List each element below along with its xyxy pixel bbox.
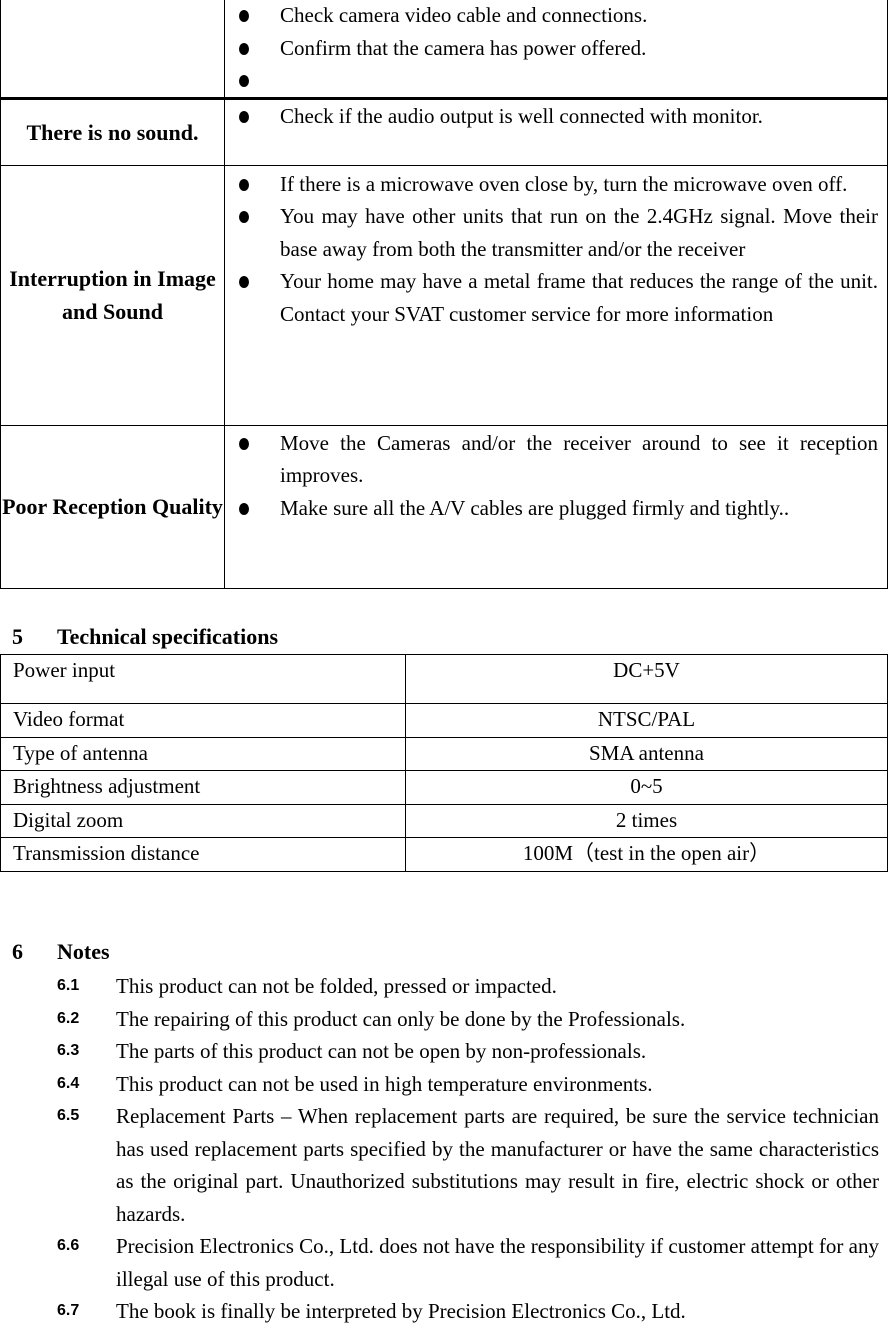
- note-item: 6.6 Precision Electronics Co., Ltd. does …: [0, 1230, 889, 1295]
- note-number: 6.5: [57, 1107, 80, 1124]
- note-text: Precision Electronics Co., Ltd. does not…: [116, 1234, 879, 1291]
- note-number: 6.7: [57, 1302, 80, 1319]
- solution-item: If there is a microwave oven close by, t…: [225, 168, 878, 201]
- spec-row: Power input DC+5V: [0, 654, 888, 704]
- problem-cell: [0, 0, 225, 99]
- solution-cell: Check if the audio output is well connec…: [224, 96, 888, 166]
- spec-key: Type of antenna: [0, 737, 406, 771]
- bullet-icon: [239, 110, 249, 123]
- bullet-icon: [239, 42, 249, 55]
- solution-item: You may have other units that run on the…: [225, 200, 878, 265]
- spec-key: Transmission distance: [0, 837, 406, 872]
- note-number: 6.6: [57, 1237, 80, 1254]
- spec-key: Digital zoom: [0, 804, 406, 838]
- spec-row: Type of antenna SMA antenna: [0, 737, 888, 771]
- bullet-icon: [239, 276, 249, 288]
- solution-item: [225, 64, 878, 97]
- solution-item: Your home may have a metal frame that re…: [225, 265, 878, 330]
- problem-label: Interruption in Image and Sound: [9, 266, 216, 324]
- spec-table: Power input DC+5V Video format NTSC/PAL …: [0, 654, 888, 872]
- note-item: 6.7 The book is finally be interpreted by…: [0, 1295, 889, 1328]
- section-title: Technical specifications: [57, 624, 279, 649]
- problem-label: There is no sound.: [26, 119, 199, 145]
- spec-row: Transmission distance 100M（test in the o…: [0, 837, 888, 872]
- notes-section-heading: 6 Notes: [0, 939, 889, 969]
- solution-cell: Check camera video cable and connections…: [224, 0, 888, 99]
- solution-item: Check if the audio output is well connec…: [225, 100, 878, 133]
- spec-key: Brightness adjustment: [0, 770, 406, 805]
- problem-cell: Interruption in Image and Sound: [0, 164, 225, 426]
- note-number: 6.2: [57, 1009, 80, 1027]
- note-number: 6.3: [57, 1042, 80, 1059]
- note-text: Replacement Parts – When replacement par…: [116, 1104, 879, 1226]
- bullet-icon: [239, 437, 249, 450]
- section-title: Notes: [57, 939, 110, 964]
- problem-cell: Poor Reception Quality: [0, 424, 225, 589]
- spec-value: SMA antenna: [405, 737, 888, 771]
- troubleshooting-row: Check camera video cable and connections…: [0, 0, 888, 99]
- spec-value: DC+5V: [405, 654, 888, 704]
- solution-cell: If there is a microwave oven close by, t…: [224, 164, 888, 426]
- notes-list: 6.1 This product can not be folded, press…: [0, 970, 889, 1328]
- problem-label: Poor Reception Quality: [2, 494, 223, 519]
- bullet-icon: [239, 502, 249, 515]
- note-text: This product can not be folded, pressed …: [116, 974, 557, 998]
- solution-item: Make sure all the A/V cables are plugged…: [225, 492, 878, 525]
- troubleshooting-table: Check camera video cable and connections…: [0, 0, 888, 589]
- spec-value: 0~5: [405, 770, 888, 805]
- spec-value: 2 times: [405, 804, 888, 838]
- solution-item: Check camera video cable and connections…: [225, 0, 878, 32]
- spec-row: Digital zoom 2 times: [0, 804, 888, 838]
- note-number: 6.4: [57, 1074, 80, 1092]
- solution-item: Move the Cameras and/or the receiver aro…: [225, 427, 878, 492]
- problem-cell: There is no sound.: [0, 96, 225, 166]
- bullet-icon: [239, 75, 249, 87]
- troubleshooting-row: There is no sound. Check if the audio ou…: [0, 96, 888, 166]
- note-number: 6.1: [57, 977, 80, 994]
- note-item: 6.1 This product can not be folded, press…: [0, 970, 889, 1003]
- note-item: 6.4 This product can not be used in high …: [0, 1068, 889, 1101]
- troubleshooting-row: Interruption in Image and Sound If there…: [0, 164, 888, 426]
- troubleshooting-row: Poor Reception Quality Move the Cameras …: [0, 424, 888, 589]
- note-text: The book is finally be interpreted by Pr…: [116, 1299, 686, 1323]
- bullet-icon: [239, 211, 249, 223]
- spec-key: Power input: [0, 654, 406, 704]
- note-item: 6.5 Replacement Parts – When replacement …: [0, 1100, 889, 1230]
- bullet-icon: [239, 178, 249, 191]
- note-item: 6.2 The repairing of this product can onl…: [0, 1003, 889, 1036]
- spec-key: Video format: [0, 703, 406, 738]
- solution-item: Confirm that the camera has power offere…: [225, 32, 878, 65]
- note-text: This product can not be used in high tem…: [116, 1071, 653, 1096]
- spec-value: 100M（test in the open air）: [405, 837, 888, 872]
- note-text: The parts of this product can not be ope…: [116, 1039, 647, 1063]
- spec-row: Brightness adjustment 0~5: [0, 770, 888, 805]
- bullet-icon: [239, 10, 249, 22]
- spec-section-heading: 5 Technical specifications: [0, 624, 889, 654]
- note-item: 6.3 The parts of this product can not be …: [0, 1035, 889, 1068]
- spec-value: NTSC/PAL: [405, 703, 888, 738]
- section-number: 6: [12, 939, 23, 964]
- note-text: The repairing of this product can only b…: [116, 1006, 686, 1031]
- section-number: 5: [12, 624, 23, 649]
- spec-row: Video format NTSC/PAL: [0, 703, 888, 738]
- solution-cell: Move the Cameras and/or the receiver aro…: [224, 424, 888, 589]
